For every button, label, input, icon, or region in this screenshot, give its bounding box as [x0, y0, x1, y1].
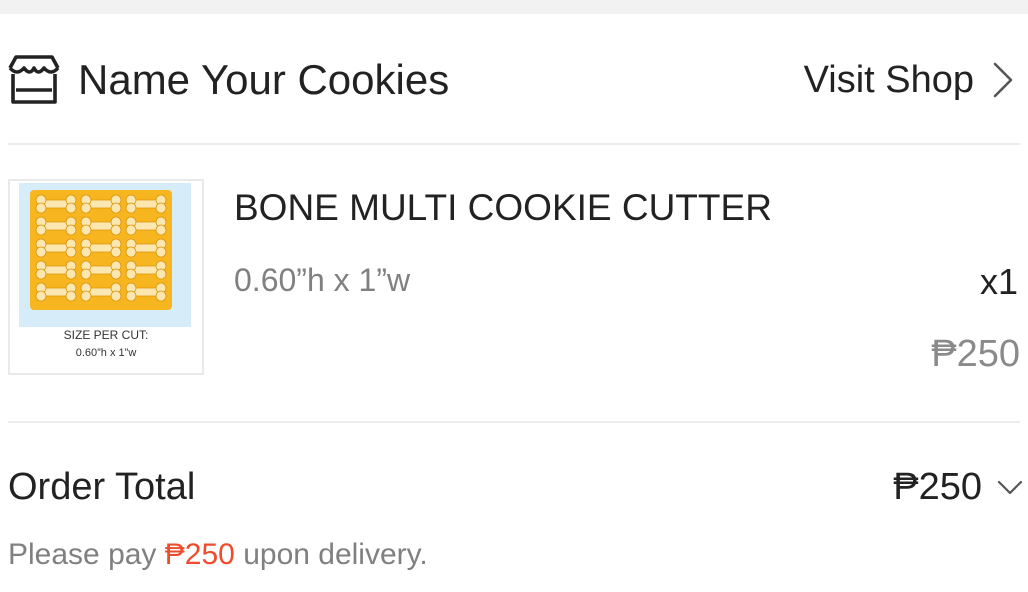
payment-amount: ₱250	[164, 538, 235, 571]
divider	[8, 421, 1020, 423]
visit-shop-button[interactable]: Visit Shop	[804, 52, 1028, 108]
chevron-right-icon	[993, 62, 1013, 98]
top-spacer-bar	[0, 0, 1028, 14]
payment-note-prefix: Please pay	[8, 538, 157, 571]
product-variant: 0.60”h x 1”w	[234, 262, 411, 298]
thumbnail-caption: SIZE PER CUT:	[63, 328, 149, 342]
divider	[8, 143, 1020, 145]
visit-shop-label: Visit Shop	[803, 58, 974, 101]
product-thumbnail[interactable]: SIZE PER CUT: 0.60”h x 1”w	[8, 179, 204, 375]
order-total-toggle[interactable]: ₱250	[893, 462, 1024, 512]
chevron-down-icon	[997, 480, 1023, 495]
shop-name[interactable]: Name Your Cookies	[78, 52, 449, 108]
thumbnail-size-caption: 0.60”h x 1”w	[75, 347, 137, 359]
cookie-cutter-image	[19, 183, 191, 327]
product-price: ₱250	[931, 333, 1020, 375]
product-quantity: x1	[979, 261, 1018, 302]
order-total-value: ₱250	[893, 465, 982, 508]
order-total-label: Order Total	[8, 466, 196, 508]
store-icon	[8, 55, 60, 104]
payment-note-suffix: upon delivery.	[243, 538, 428, 571]
payment-note: Please pay ₱250 upon delivery.	[8, 534, 428, 576]
shop-header: Name Your Cookies Visit Shop	[0, 14, 1028, 144]
product-title[interactable]: BONE MULTI COOKIE CUTTER	[234, 184, 772, 232]
